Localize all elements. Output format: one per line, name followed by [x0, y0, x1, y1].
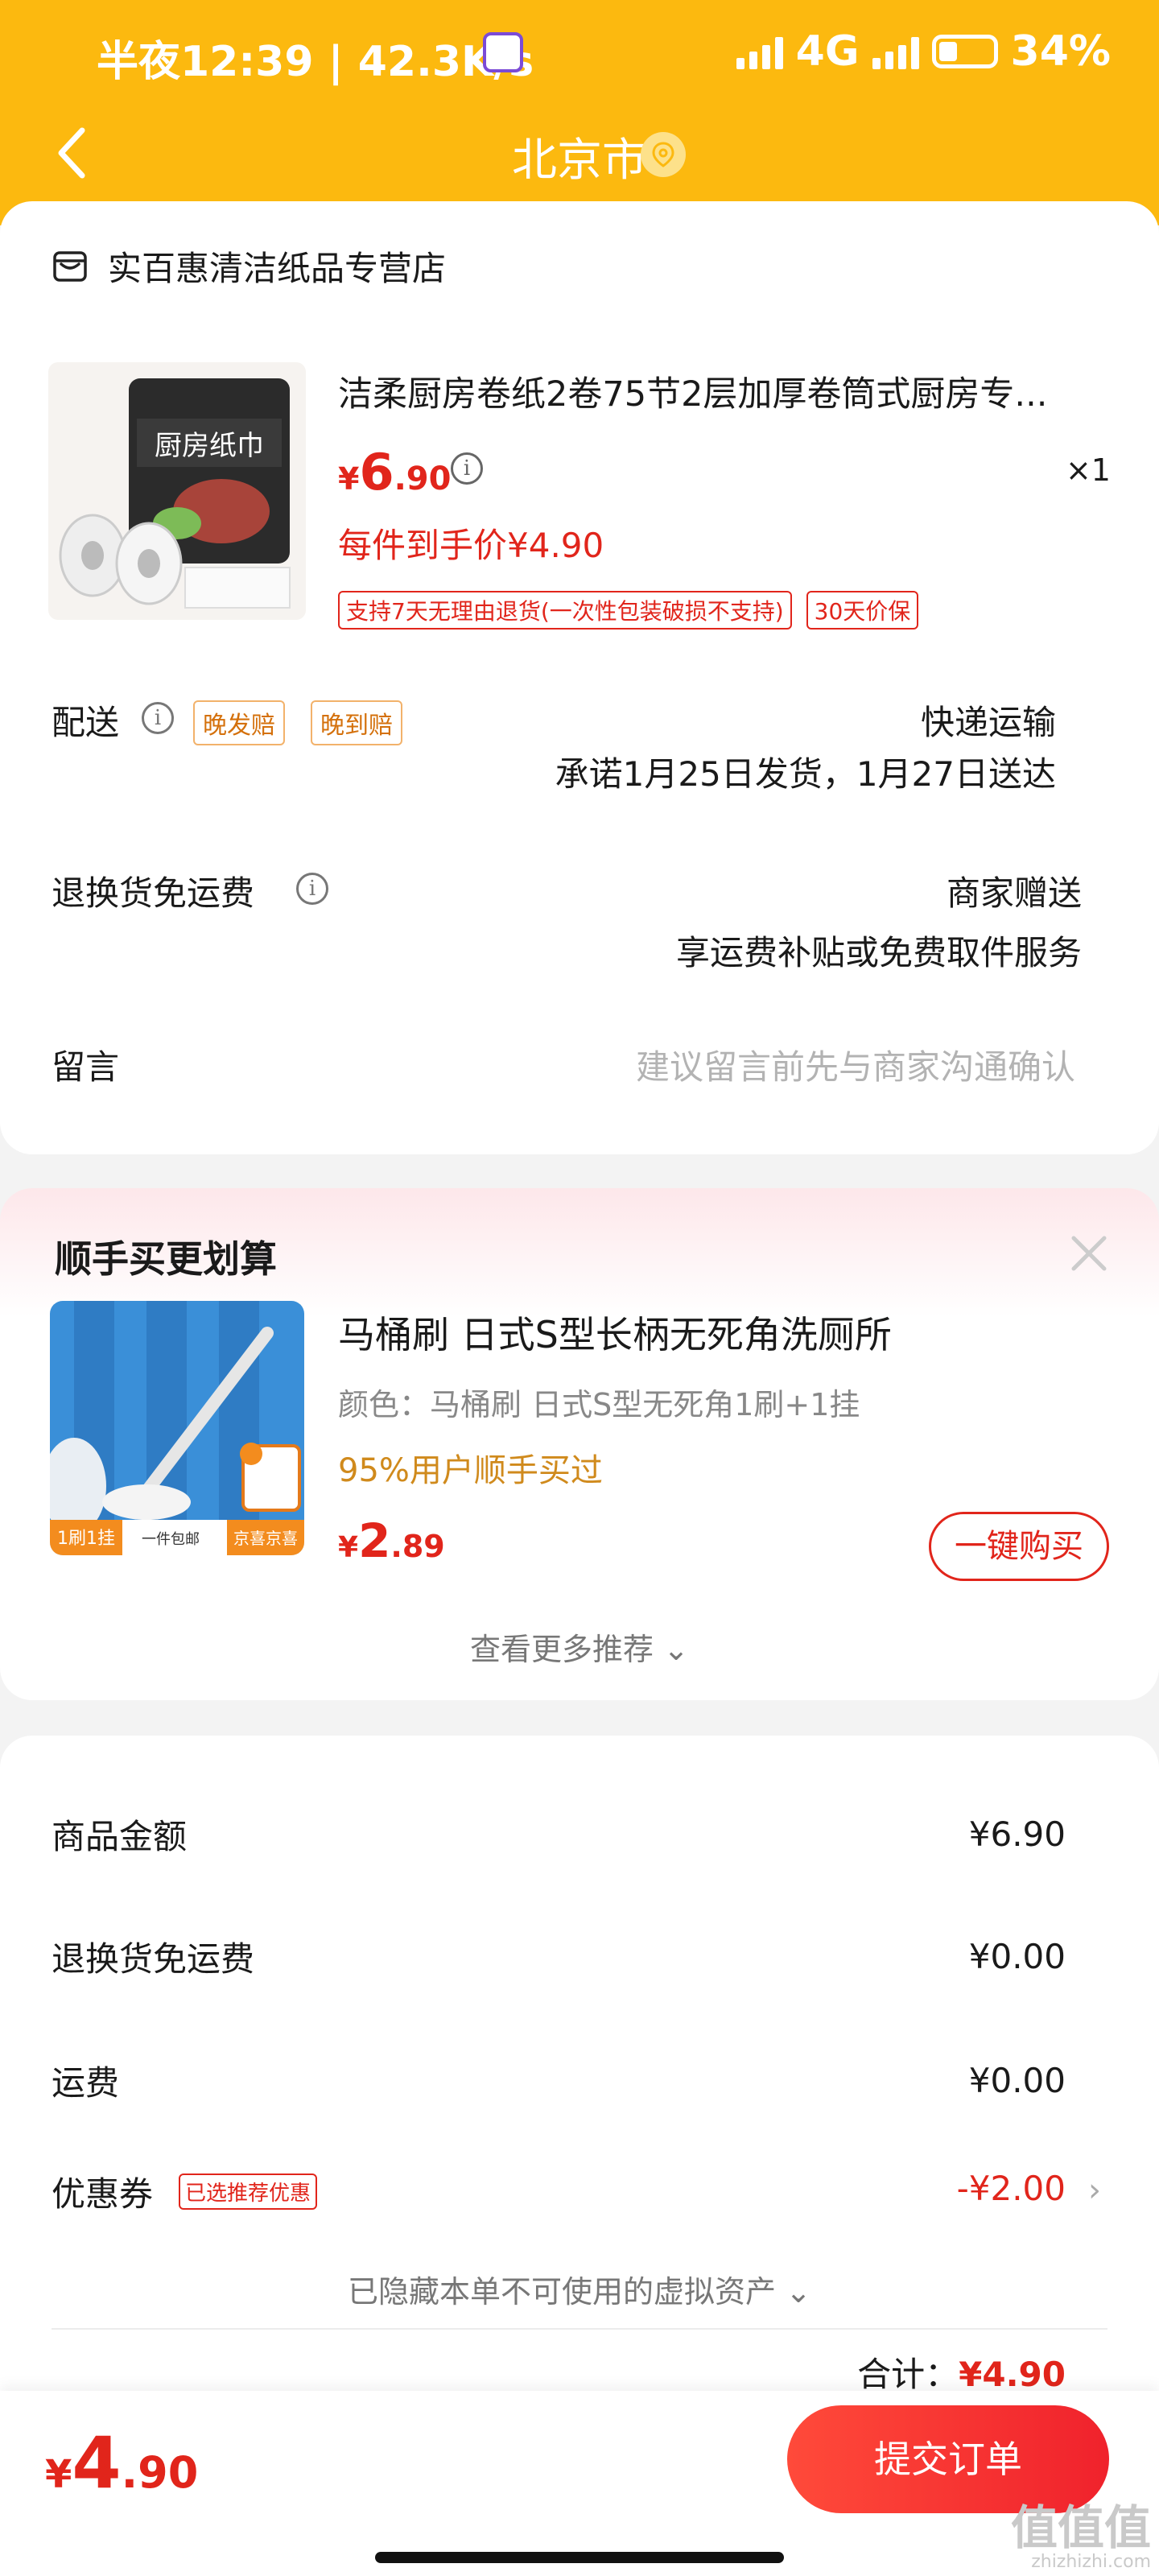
- bottom-total-price: ¥4.90: [45, 2421, 198, 2504]
- recommend-name[interactable]: 马桶刷 日式S型长柄无死角洗厕所: [338, 1306, 892, 1359]
- product-image[interactable]: 厨房纸巾: [48, 362, 306, 620]
- battery-level: 34%: [1010, 27, 1111, 76]
- image-badge-left: 1刷1挂: [57, 1529, 115, 1549]
- status-right: 4G 34%: [736, 27, 1111, 76]
- product-title[interactable]: 洁柔厨房卷纸2卷75节2层加厚卷筒式厨房专...: [338, 366, 1111, 416]
- late-ship-tag: 晚发赔: [193, 700, 285, 745]
- status-bar: 半夜12:39 | 42.3K/s 4G 34%: [0, 0, 1159, 105]
- price-decimal: .89: [390, 1529, 445, 1564]
- header-bar: 半夜12:39 | 42.3K/s 4G 34% 北京市: [0, 0, 1159, 225]
- service-tags: 支持7天无理由退货(一次性包装破损不支持) 30天价保: [338, 591, 919, 630]
- coupon-tag: 已选推荐优惠: [179, 2174, 318, 2210]
- store-name: 实百惠清洁纸品专营店: [108, 249, 447, 288]
- watermark: 值值值 zhizhizhi.com: [1011, 2504, 1151, 2572]
- return-shipping-label: 退换货免运费: [52, 873, 255, 913]
- store-icon: [52, 248, 89, 285]
- price-integer: 2: [358, 1513, 391, 1568]
- recommend-price: ¥2.89: [338, 1513, 445, 1568]
- delivery-promise: 承诺1月25日发货，1月27日送达: [555, 754, 1056, 794]
- page-title[interactable]: 北京市: [0, 124, 1159, 189]
- product-image-text: 厨房纸巾: [155, 430, 264, 462]
- watermark-url: zhizhizhi.com: [1031, 2552, 1151, 2572]
- price-currency: ¥: [45, 2452, 72, 2497]
- price-currency: ¥: [338, 1531, 359, 1564]
- product-quantity: ×1: [1065, 452, 1111, 488]
- delivery-info-icon[interactable]: i: [142, 702, 174, 734]
- return-shipping-info-icon[interactable]: i: [296, 873, 328, 905]
- product-price: ¥6.90: [338, 443, 451, 502]
- app-notification-icon: [483, 32, 523, 72]
- price-info-icon[interactable]: i: [451, 452, 483, 485]
- summary-label: 退换货免运费: [52, 1939, 255, 1979]
- message-input[interactable]: 建议留言前先与商家沟通确认: [636, 1040, 1075, 1089]
- status-time: 半夜12:39 | 42.3K/s: [97, 38, 534, 86]
- hidden-assets-toggle[interactable]: 已隐藏本单不可使用的虚拟资产 ⌄: [0, 2267, 1159, 2311]
- price-integer: 4: [72, 2421, 122, 2504]
- delivery-method[interactable]: 快递运输: [921, 696, 1056, 745]
- price-protect-tag: 30天价保: [806, 591, 919, 630]
- image-badge-mid: 一件包邮: [142, 1531, 200, 1548]
- message-label: 留言: [52, 1047, 120, 1087]
- late-arrive-tag: 晚到赔: [311, 700, 402, 745]
- watermark-logo: 值值值: [1010, 2500, 1151, 2555]
- bottom-bar: ¥4.90 提交订单: [0, 2391, 1159, 2576]
- wifi-signal-icon: [736, 34, 783, 69]
- recommend-color[interactable]: 颜色：马桶刷 日式S型无死角1刷+1挂: [338, 1380, 860, 1424]
- cell-signal-icon: [872, 34, 919, 69]
- image-badge-right: 京喜京喜: [233, 1529, 298, 1548]
- recommend-image[interactable]: 1刷1挂 一件包邮 京喜京喜: [50, 1301, 304, 1555]
- summary-label: 商品金额: [52, 1817, 188, 1856]
- submit-order-button[interactable]: 提交订单: [787, 2405, 1109, 2513]
- coupon-value[interactable]: -¥2.00: [957, 2169, 1066, 2208]
- total-value: ¥4.90: [959, 2355, 1066, 2394]
- return-policy-tag: 支持7天无理由退货(一次性包装破损不支持): [338, 591, 792, 630]
- chevron-right-icon[interactable]: ›: [1088, 2172, 1101, 2209]
- network-type: 4G: [795, 27, 860, 76]
- total-row: 合计：¥4.90: [857, 2347, 1066, 2396]
- recommend-card: 顺手买更划算 1刷1挂 一件包邮 京喜京喜 马桶刷 日式S型长柄无死角洗厕所 颜…: [0, 1188, 1159, 1700]
- summary-value: ¥6.90: [968, 1814, 1066, 1854]
- order-card: 实百惠清洁纸品专营店 厨房纸巾 洁柔厨房卷纸2卷75节2层加厚卷筒式厨房专...…: [0, 201, 1159, 1154]
- home-indicator[interactable]: [375, 2552, 784, 2563]
- price-decimal: .90: [121, 2447, 199, 2498]
- recommend-bought: 95%用户顺手买过: [338, 1452, 603, 1489]
- price-integer: 6: [359, 443, 394, 502]
- one-click-buy-button[interactable]: 一键购买: [929, 1512, 1109, 1581]
- coupon-label[interactable]: 优惠券: [52, 2167, 153, 2216]
- final-price: 每件到手价¥4.90: [338, 526, 604, 565]
- divider: [52, 2328, 1107, 2330]
- return-shipping-value: 商家赠送: [946, 873, 1082, 913]
- battery-icon: [931, 35, 998, 68]
- store-row[interactable]: 实百惠清洁纸品专营店: [52, 242, 446, 291]
- price-decimal: .90: [394, 460, 452, 497]
- summary-value: ¥0.00: [968, 1937, 1066, 1976]
- delivery-label: 配送: [52, 703, 120, 742]
- more-recommend-link[interactable]: 查看更多推荐 ⌄: [0, 1624, 1159, 1669]
- location-pin-icon[interactable]: [641, 132, 686, 177]
- return-shipping-desc: 享运费补贴或免费取件服务: [675, 933, 1082, 972]
- recommend-title: 顺手买更划算: [55, 1237, 277, 1281]
- price-currency: ¥: [338, 461, 360, 497]
- total-label: 合计：: [857, 2355, 959, 2394]
- summary-label: 运费: [52, 2063, 120, 2103]
- close-icon[interactable]: [1069, 1233, 1109, 1274]
- summary-value: ¥0.00: [968, 2061, 1066, 2100]
